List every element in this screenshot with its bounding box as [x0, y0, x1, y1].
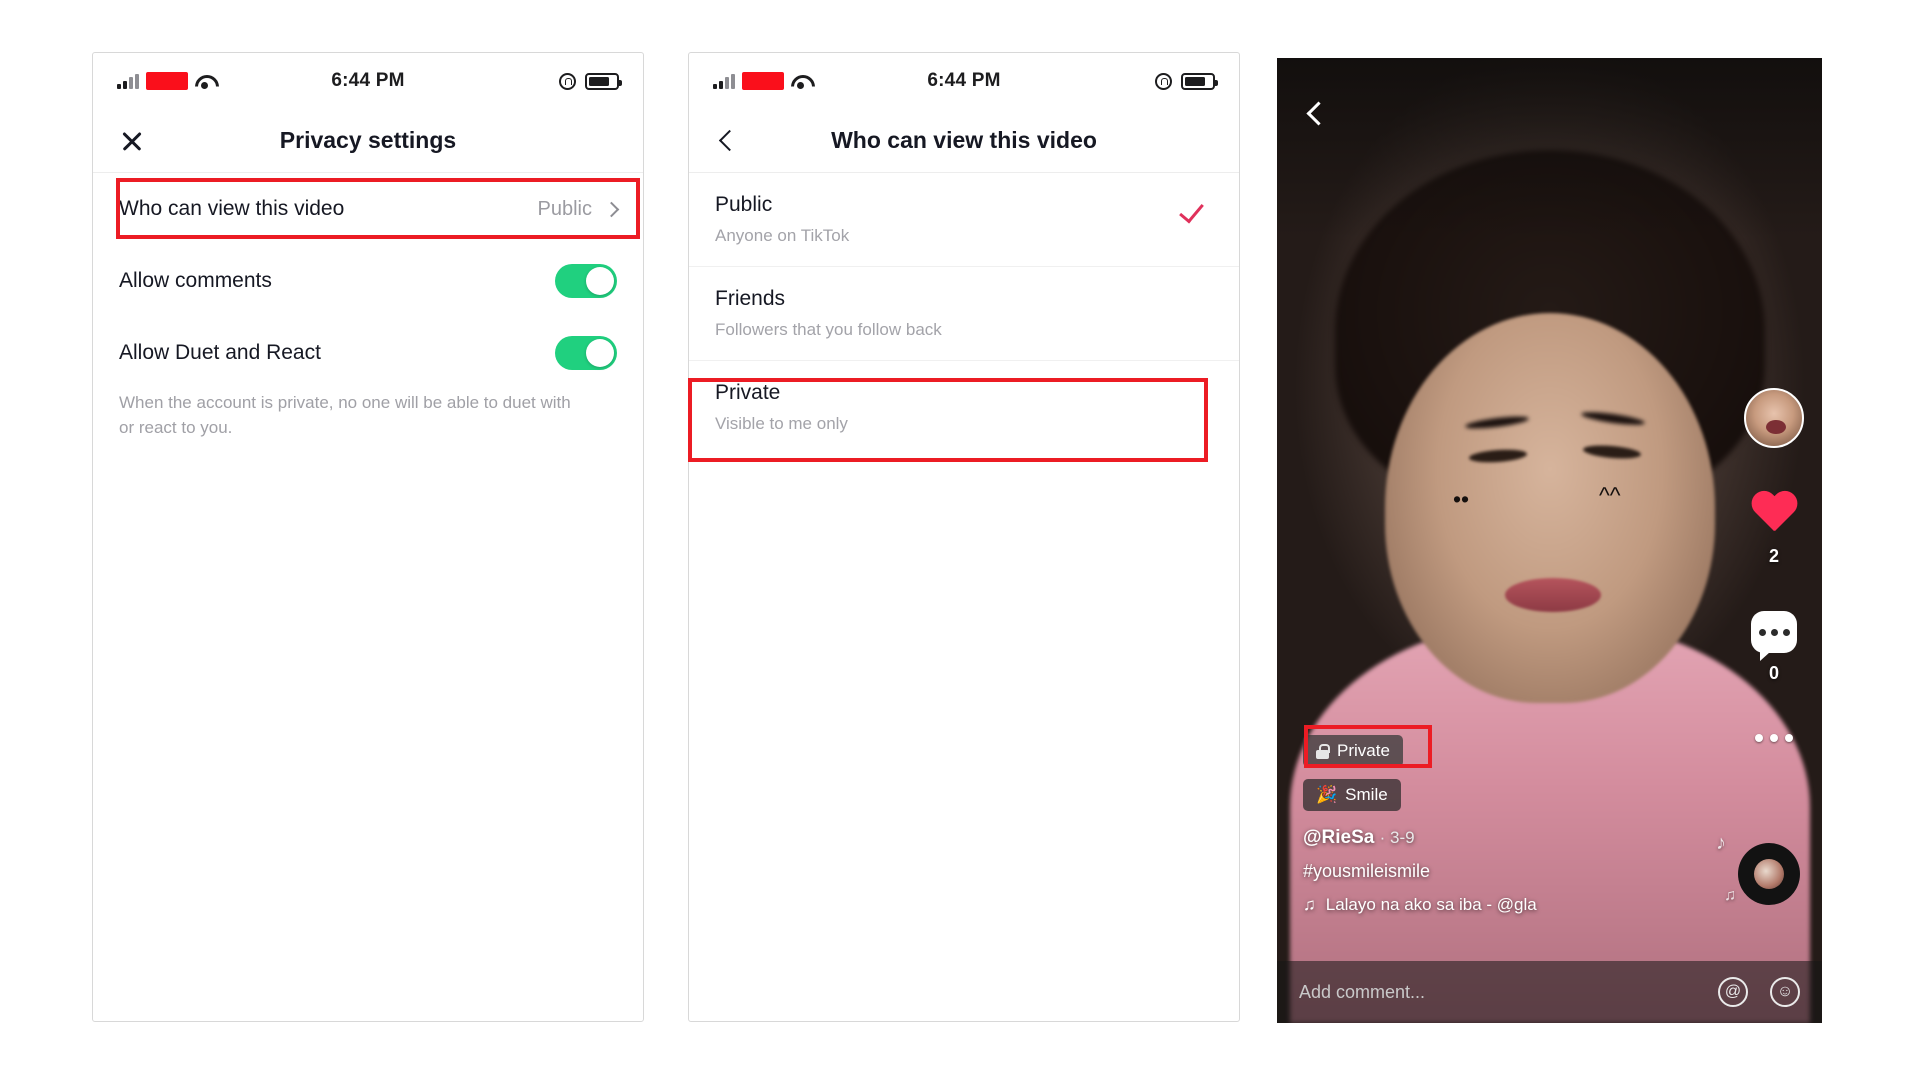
phone-panel-who-can-view: 6:44 PM Who can view this video Public A…: [688, 52, 1240, 1022]
option-subtitle: Anyone on TikTok: [715, 226, 850, 245]
video-author[interactable]: @RieSa · 3-9: [1303, 827, 1663, 849]
option-title: Friends: [715, 287, 786, 310]
chevron-left-icon[interactable]: [715, 128, 741, 154]
row-label: Allow Duet and React: [119, 341, 321, 364]
comment-bar: Add comment... @ ☺: [1277, 961, 1822, 1023]
heart-icon: [1750, 492, 1798, 536]
settings-row-list: Who can view this video Public Allow com…: [93, 173, 643, 440]
duet-helper-text: When the account is private, no one will…: [119, 393, 571, 437]
avatar[interactable]: [1744, 388, 1804, 448]
allow-duet-and-react-toggle[interactable]: [555, 336, 617, 370]
video-hashtag[interactable]: #yousmileismile: [1303, 861, 1663, 882]
allow-comments-toggle[interactable]: [555, 264, 617, 298]
option-text: Private Visible to me only: [715, 381, 848, 434]
video-info-block: Private 🎉 Smile @RieSa · 3-9 #yousmileis…: [1303, 735, 1663, 915]
nav-bar-who-can-view: Who can view this video: [689, 109, 1239, 173]
chevron-right-icon: [603, 201, 620, 217]
option-text: Public Anyone on TikTok: [715, 193, 849, 246]
video-author-name: @RieSa: [1303, 827, 1375, 848]
video-music[interactable]: ♫ Lalayo na ako sa iba - @gla: [1303, 895, 1663, 915]
chevron-left-icon[interactable]: [1303, 100, 1329, 126]
at-icon[interactable]: @: [1718, 977, 1748, 1007]
status-bar-left: [713, 72, 811, 90]
status-bar-right: [1155, 72, 1218, 90]
signal-icon: [713, 73, 735, 89]
wifi-icon: [791, 73, 811, 89]
comment-count: 0: [1768, 663, 1779, 683]
video-surface[interactable]: •• ^^ 2 0 Private 🎉 Smile @RieSa · 3-9 #…: [1277, 58, 1822, 1023]
battery-icon: [585, 72, 622, 90]
music-note-decor-1: ♪: [1716, 832, 1726, 854]
effect-badge-label: Smile: [1345, 785, 1388, 804]
battery-icon: [1181, 72, 1218, 90]
video-top-gradient: [1277, 58, 1822, 238]
video-subject-mouth: [1505, 578, 1601, 612]
sparkle-icon: 🎉: [1316, 785, 1338, 804]
status-bar: 6:44 PM: [93, 53, 643, 109]
music-disc[interactable]: [1738, 843, 1800, 905]
row-allow-duet-and-react[interactable]: Allow Duet and React: [93, 317, 643, 389]
status-bar-left: [117, 72, 215, 90]
row-value: Public: [537, 197, 592, 220]
comment-button[interactable]: 0: [1751, 611, 1797, 684]
phone-panel-privacy-settings: 6:44 PM Privacy settings Who can view th…: [92, 52, 644, 1022]
screenshot-stage: 6:44 PM Privacy settings Who can view th…: [0, 0, 1920, 1080]
option-text: Friends Followers that you follow back: [715, 287, 942, 340]
more-button[interactable]: [1755, 728, 1793, 742]
private-badge-label: Private: [1337, 741, 1390, 760]
wifi-icon: [195, 73, 215, 89]
comment-bar-icons: @ ☺: [1718, 977, 1800, 1007]
private-badge[interactable]: Private: [1303, 735, 1403, 767]
option-title: Public: [715, 193, 773, 216]
page-title: Who can view this video: [831, 127, 1097, 153]
rotation-lock-icon: [559, 72, 576, 90]
status-bar-right: [559, 72, 622, 90]
music-note-decor-2: ♫: [1724, 887, 1736, 904]
comment-bubble-icon: [1751, 611, 1797, 661]
close-icon[interactable]: [119, 128, 145, 154]
option-subtitle: Followers that you follow back: [715, 320, 942, 339]
video-date: · 3-9: [1379, 828, 1415, 847]
signal-icon: [117, 73, 139, 89]
page-title: Privacy settings: [279, 127, 457, 153]
like-button[interactable]: 2: [1750, 492, 1798, 567]
option-private[interactable]: Private Visible to me only: [689, 361, 1239, 454]
option-subtitle: Visible to me only: [715, 414, 848, 433]
row-who-can-view-this-video[interactable]: Who can view this video Public: [93, 173, 643, 245]
add-comment-input[interactable]: Add comment...: [1299, 982, 1425, 1003]
face-sticker-right: ^^: [1599, 482, 1621, 508]
video-subject-face: [1384, 313, 1715, 703]
carrier-block-icon: [742, 72, 784, 90]
video-action-rail: 2 0: [1744, 388, 1804, 742]
like-count: 2: [1768, 546, 1779, 566]
more-horizontal-icon: [1755, 734, 1793, 742]
option-public[interactable]: Public Anyone on TikTok: [689, 173, 1239, 267]
privacy-option-list: Public Anyone on TikTok Friends Follower…: [689, 173, 1239, 454]
carrier-block-icon: [146, 72, 188, 90]
row-allow-comments[interactable]: Allow comments: [93, 245, 643, 317]
music-note-icon: ♫: [1303, 895, 1316, 914]
row-label: Allow comments: [119, 269, 272, 292]
emoji-icon[interactable]: ☺: [1770, 977, 1800, 1007]
nav-bar-privacy-settings: Privacy settings: [93, 109, 643, 173]
lock-icon: [1316, 743, 1330, 759]
effect-badge[interactable]: 🎉 Smile: [1303, 779, 1401, 811]
check-icon: [1183, 199, 1213, 217]
option-friends[interactable]: Friends Followers that you follow back: [689, 267, 1239, 361]
video-music-title: Lalayo na ako sa iba - @gla: [1325, 895, 1537, 914]
phone-panel-video-player: •• ^^ 2 0 Private 🎉 Smile @RieSa · 3-9 #…: [1277, 58, 1822, 1023]
face-sticker-left: ••: [1453, 486, 1470, 512]
status-bar: 6:44 PM: [689, 53, 1239, 109]
rotation-lock-icon: [1155, 72, 1172, 90]
row-label: Who can view this video: [119, 197, 345, 220]
option-title: Private: [715, 381, 781, 404]
